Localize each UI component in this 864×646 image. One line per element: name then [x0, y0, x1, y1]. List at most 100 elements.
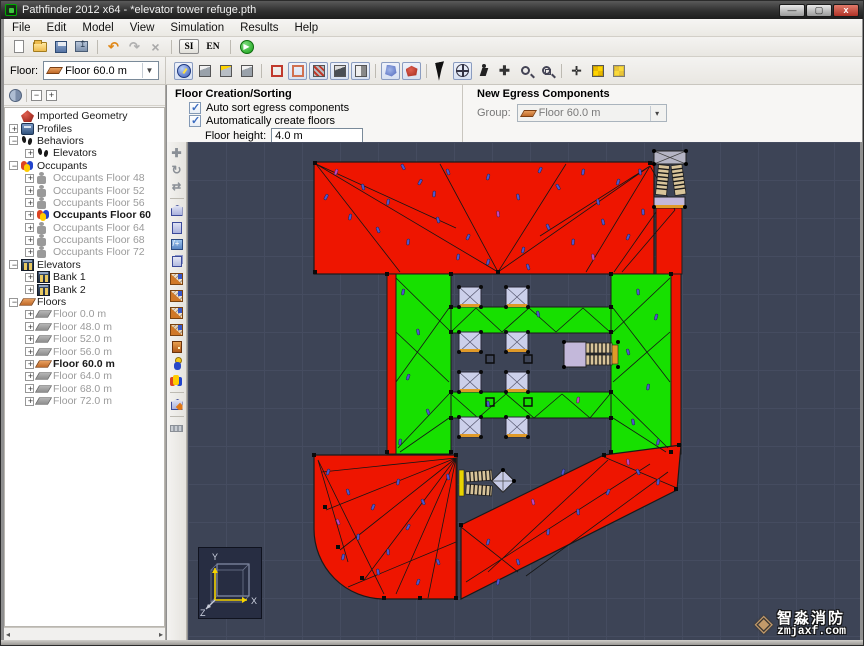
- wireframe-mode-button[interactable]: [267, 62, 286, 80]
- solid-mode-button[interactable]: [330, 61, 349, 80]
- stairs-top-right[interactable]: [652, 149, 688, 209]
- tree-item-occupants-floor-72[interactable]: Occupants Floor 72: [5, 246, 164, 259]
- expander-plus-icon[interactable]: [25, 272, 35, 282]
- import-button[interactable]: [73, 38, 90, 55]
- expander-plus-icon[interactable]: [25, 285, 35, 295]
- select-tool-button[interactable]: [432, 60, 451, 81]
- rotate-object-tool[interactable]: ↻: [169, 162, 185, 177]
- menu-model[interactable]: Model: [74, 21, 121, 35]
- tree-item-bank-1[interactable]: Bank 1: [5, 271, 164, 284]
- minimize-button[interactable]: —: [779, 3, 805, 17]
- room-topright-red[interactable]: [655, 207, 683, 275]
- save-file-button[interactable]: [52, 38, 69, 55]
- en-units-button[interactable]: EN: [203, 39, 223, 54]
- expander-plus-icon[interactable]: [25, 371, 35, 381]
- split-room-tool[interactable]: [169, 237, 185, 252]
- grid-edit-button[interactable]: [609, 62, 628, 80]
- expander-plus-icon[interactable]: [25, 334, 35, 344]
- new-ramp-tool[interactable]: [169, 288, 185, 303]
- room-diagonal-red[interactable]: [460, 444, 682, 600]
- tree-item-occupants-floor-60[interactable]: Occupants Floor 60: [5, 209, 164, 222]
- tree-item-occupants-floor-64[interactable]: Occupants Floor 64: [5, 221, 164, 234]
- room-top-red[interactable]: [313, 161, 655, 275]
- top-view-button[interactable]: [216, 62, 235, 80]
- expander-plus-icon[interactable]: [9, 124, 19, 134]
- tree-item-floor-0[interactable]: Floor 0.0 m: [5, 308, 164, 320]
- expander-plus-icon[interactable]: [25, 173, 35, 183]
- refresh-icon[interactable]: [9, 88, 22, 102]
- close-button[interactable]: x: [833, 3, 859, 17]
- corridor-right-green[interactable]: [610, 273, 672, 455]
- new-exit-tool[interactable]: [169, 397, 185, 412]
- room-bottomleft-red[interactable]: [313, 454, 458, 600]
- expander-plus-icon[interactable]: [25, 247, 35, 257]
- mirror-object-tool[interactable]: ⇄: [169, 179, 185, 194]
- expander-plus-icon[interactable]: [25, 347, 35, 357]
- expander-plus-icon[interactable]: [25, 198, 35, 208]
- scroll-left-arrow-icon[interactable]: ◂: [6, 630, 10, 639]
- expander-plus-icon[interactable]: [25, 359, 35, 369]
- model-viewport[interactable]: Y X Z ◈ 智淼消防 zmjaxf.com: [188, 142, 860, 641]
- tree-item-profiles[interactable]: Profiles: [5, 122, 164, 135]
- tree-item-occupants-floor-68[interactable]: Occupants Floor 68: [5, 234, 164, 247]
- expander-plus-icon[interactable]: [25, 309, 35, 319]
- new-elevator-tool[interactable]: [169, 322, 185, 337]
- front-view-button[interactable]: [237, 62, 256, 80]
- expander-minus-icon[interactable]: [9, 161, 19, 171]
- tree-item-behaviors-elevators[interactable]: Elevators: [5, 147, 164, 159]
- orbit-tool-button[interactable]: [453, 61, 472, 80]
- menu-results[interactable]: Results: [232, 21, 286, 35]
- new-polygon-room-tool[interactable]: [169, 203, 185, 218]
- auto-sort-checkbox[interactable]: [189, 101, 201, 114]
- extrude-room-tool[interactable]: [169, 254, 185, 269]
- add-occupant-tool[interactable]: [169, 356, 185, 371]
- menu-edit[interactable]: Edit: [39, 21, 75, 35]
- corridor-left-green[interactable]: [395, 273, 452, 455]
- group-combo[interactable]: Floor 60.0 m ▾: [516, 104, 667, 122]
- outline-mode-button[interactable]: [288, 61, 307, 80]
- measure-tool[interactable]: [169, 421, 185, 436]
- delete-button[interactable]: ×: [147, 38, 164, 55]
- iso-view-button[interactable]: [195, 62, 214, 80]
- tree-item-imported-geometry[interactable]: Imported Geometry: [5, 110, 164, 123]
- expander-plus-icon[interactable]: [25, 396, 35, 406]
- expander-plus-icon[interactable]: [25, 322, 35, 332]
- show-navmesh-button[interactable]: [381, 61, 400, 80]
- shaded-mode-button[interactable]: [351, 61, 370, 80]
- new-door-tool[interactable]: [169, 339, 185, 354]
- zoom-window-tool-button[interactable]: [537, 62, 556, 80]
- tree-item-floor-68[interactable]: Floor 68.0 m: [5, 383, 164, 395]
- menu-help[interactable]: Help: [286, 21, 326, 35]
- tree-item-floor-64[interactable]: Floor 64.0 m: [5, 370, 164, 382]
- tree-item-floor-56[interactable]: Floor 56.0 m: [5, 345, 164, 358]
- menu-view[interactable]: View: [122, 21, 163, 35]
- expander-plus-icon[interactable]: [25, 210, 35, 220]
- menu-file[interactable]: File: [4, 21, 39, 35]
- tree-item-floor-48[interactable]: Floor 48.0 m: [5, 321, 164, 333]
- expander-plus-icon[interactable]: [25, 235, 35, 245]
- tree-horizontal-scrollbar[interactable]: ◂ ▸: [4, 627, 165, 641]
- corridor-top-green[interactable]: [450, 306, 612, 334]
- expand-all-button[interactable]: +: [46, 89, 57, 101]
- floor-selector-combo[interactable]: Floor 60.0 m ▼: [43, 61, 159, 80]
- new-file-button[interactable]: [10, 38, 27, 55]
- tree-item-bank-2[interactable]: Bank 2: [5, 283, 164, 296]
- stairs-bottom[interactable]: [458, 468, 516, 497]
- tree-item-elevators[interactable]: Elevators: [5, 258, 164, 271]
- expander-minus-icon[interactable]: [9, 136, 19, 146]
- zoom-tool-button[interactable]: [516, 62, 535, 80]
- new-rectangle-room-tool[interactable]: [169, 220, 185, 235]
- maximize-button[interactable]: ▢: [806, 3, 832, 17]
- collapse-all-button[interactable]: −: [31, 89, 42, 101]
- expander-minus-icon[interactable]: [9, 297, 19, 307]
- tree-item-floor-72[interactable]: Floor 72.0 m: [5, 395, 164, 407]
- orientation-axes-widget[interactable]: Y X Z: [198, 547, 262, 619]
- auto-create-floors-checkbox[interactable]: [189, 114, 201, 127]
- tree-item-floor-60[interactable]: Floor 60.0 m: [5, 358, 164, 370]
- new-escalator-tool[interactable]: [169, 305, 185, 320]
- new-stairs-tool[interactable]: [169, 271, 185, 286]
- pan-tool-button[interactable]: ✚: [495, 62, 514, 80]
- tree-item-behaviors[interactable]: Behaviors: [5, 135, 164, 147]
- floor-plan[interactable]: [188, 142, 860, 641]
- scroll-right-arrow-icon[interactable]: ▸: [159, 630, 163, 639]
